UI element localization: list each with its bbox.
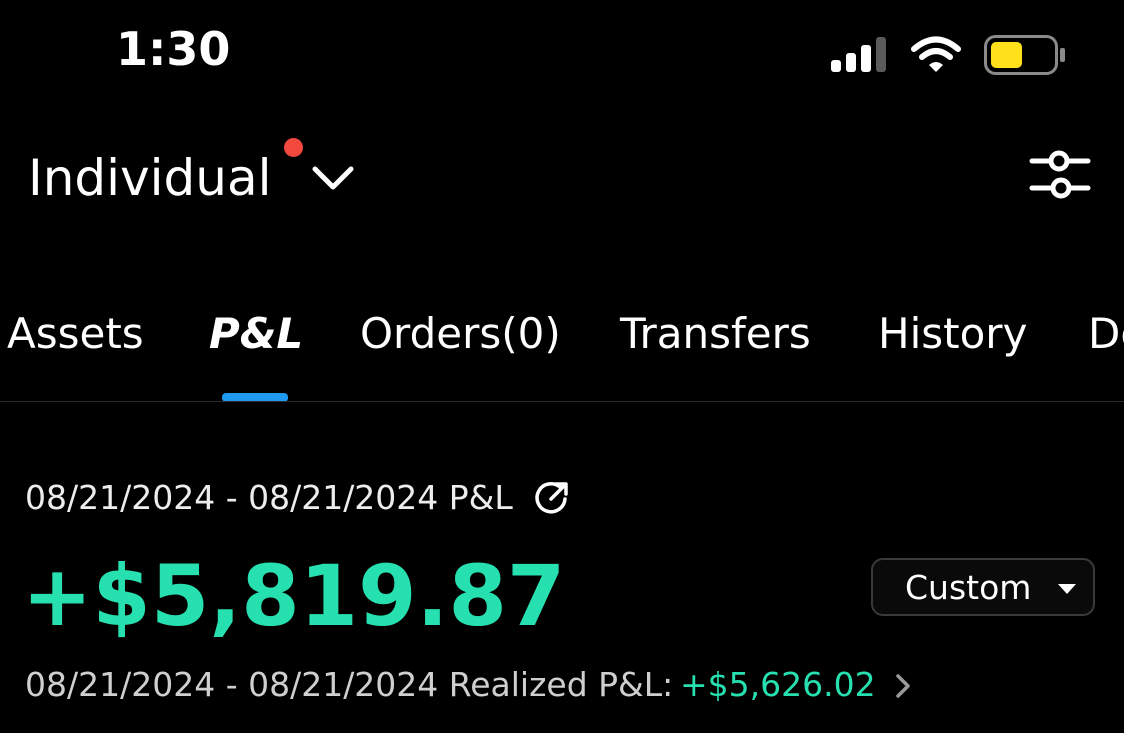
- chevron-down-icon[interactable]: [310, 160, 356, 196]
- signal-icon: [831, 37, 886, 72]
- pnl-amount: +$5,819.87: [22, 547, 566, 645]
- tab-history[interactable]: History: [878, 306, 1027, 362]
- tab-orders[interactable]: Orders(0): [360, 306, 561, 362]
- caret-down-icon: [1058, 584, 1076, 594]
- tab-documents[interactable]: Do: [1088, 306, 1124, 362]
- tab-assets[interactable]: Assets: [7, 306, 144, 362]
- tab-transfers[interactable]: Transfers: [620, 306, 811, 362]
- status-time: 1:30: [116, 22, 231, 76]
- wifi-icon: [911, 36, 961, 72]
- realized-pnl-row[interactable]: 08/21/2024 - 08/21/2024 Realized P&L: +$…: [25, 662, 925, 708]
- settings-sliders-icon[interactable]: [1028, 146, 1092, 204]
- notification-dot: [284, 138, 303, 157]
- pnl-range-title: 08/21/2024 - 08/21/2024 P&L: [25, 478, 513, 517]
- account-title[interactable]: Individual: [28, 148, 272, 208]
- tab-pnl[interactable]: P&L: [209, 306, 303, 362]
- chevron-right-icon: [896, 674, 910, 698]
- period-select-label: Custom: [905, 568, 1032, 607]
- share-icon[interactable]: [534, 480, 570, 516]
- battery-icon: [984, 35, 1065, 75]
- tabs-divider: [0, 401, 1124, 402]
- period-select[interactable]: Custom: [871, 558, 1095, 616]
- realized-pnl-label: 08/21/2024 - 08/21/2024 Realized P&L:: [25, 665, 674, 704]
- realized-pnl-value: +$5,626.02: [680, 665, 876, 704]
- tab-bar: Assets P&L Orders(0) Transfers History D…: [0, 300, 1124, 370]
